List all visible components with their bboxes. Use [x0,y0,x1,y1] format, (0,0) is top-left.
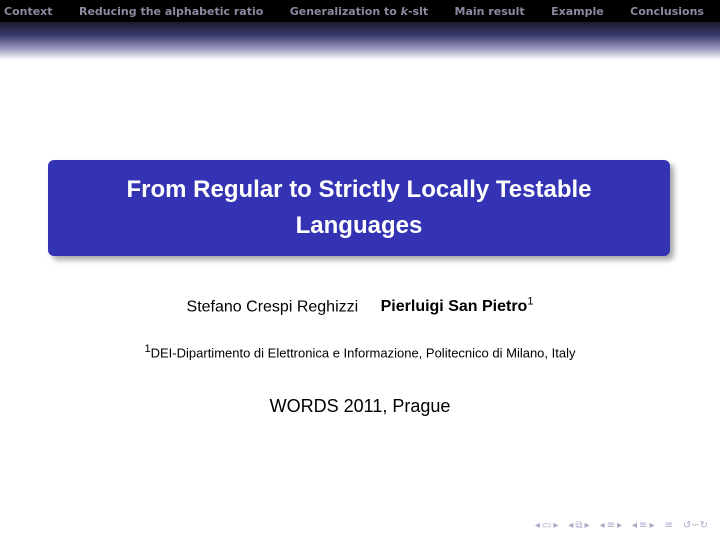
align-icon[interactable]: ≡ [664,520,672,531]
section-icon[interactable]: ≡ [607,520,615,531]
title-box: From Regular to Strictly Locally Testabl… [48,160,670,256]
affiliation: 1DEI-Dipartimento di Elettronica e Infor… [0,343,720,360]
author-2: Pierluigi San Pietro1 [380,296,534,316]
subsection-prev-icon[interactable]: ◂ [568,520,573,531]
nav-context[interactable]: Context [4,5,53,18]
nav-generalization[interactable]: Generalization to k-slt [290,5,428,18]
nav-conclusions[interactable]: Conclusions [630,5,704,18]
slide-title: From Regular to Strictly Locally Testabl… [127,172,592,244]
author-2-name: Pierluigi San Pietro [380,298,528,316]
frame-prev-icon[interactable]: ◂ [535,520,540,531]
navbar-shade [0,22,720,60]
frame-icon[interactable]: ▭ [542,520,551,531]
nav-reducing-alphabetic-ratio[interactable]: Reducing the alphabetic ratio [79,5,263,18]
section-prev-icon[interactable]: ◂ [600,520,605,531]
beamer-navigation: ◂ ▭ ▸ ◂ ⧉ ▸ ◂ ≡ ▸ ◂ ≡ ▸ ≡ ↺∽↻ [535,520,708,531]
search-icon[interactable]: ↺∽↻ [683,520,708,531]
nav-generalization-post: -slt [407,4,429,18]
section-next-icon[interactable]: ▸ [617,520,622,531]
title-line-2: Languages [295,212,423,239]
subsubsection-next-icon[interactable]: ▸ [649,520,654,531]
affiliation-text: DEI-Dipartimento di Elettronica e Inform… [150,345,576,361]
author-2-mark: 1 [527,296,534,308]
subsubsection-icon[interactable]: ≡ [639,520,647,531]
section-navbar: Context Reducing the alphabetic ratio Ge… [0,0,720,22]
subsection-icon[interactable]: ⧉ [575,520,582,531]
nav-example[interactable]: Example [551,5,604,18]
author-1: Stefano Crespi Reghizzi [186,298,359,316]
authors: Stefano Crespi Reghizzi Pierluigi San Pi… [0,296,720,316]
nav-generalization-pre: Generalization to [289,4,401,18]
title-line-1: From Regular to Strictly Locally Testabl… [126,176,592,203]
frame-next-icon[interactable]: ▸ [553,520,558,531]
subsection-next-icon[interactable]: ▸ [585,520,590,531]
nav-main-result[interactable]: Main result [455,5,525,18]
event: WORDS 2011, Prague [269,396,451,416]
nav-generalization-k: k [400,4,408,18]
subsubsection-prev-icon[interactable]: ◂ [632,520,637,531]
